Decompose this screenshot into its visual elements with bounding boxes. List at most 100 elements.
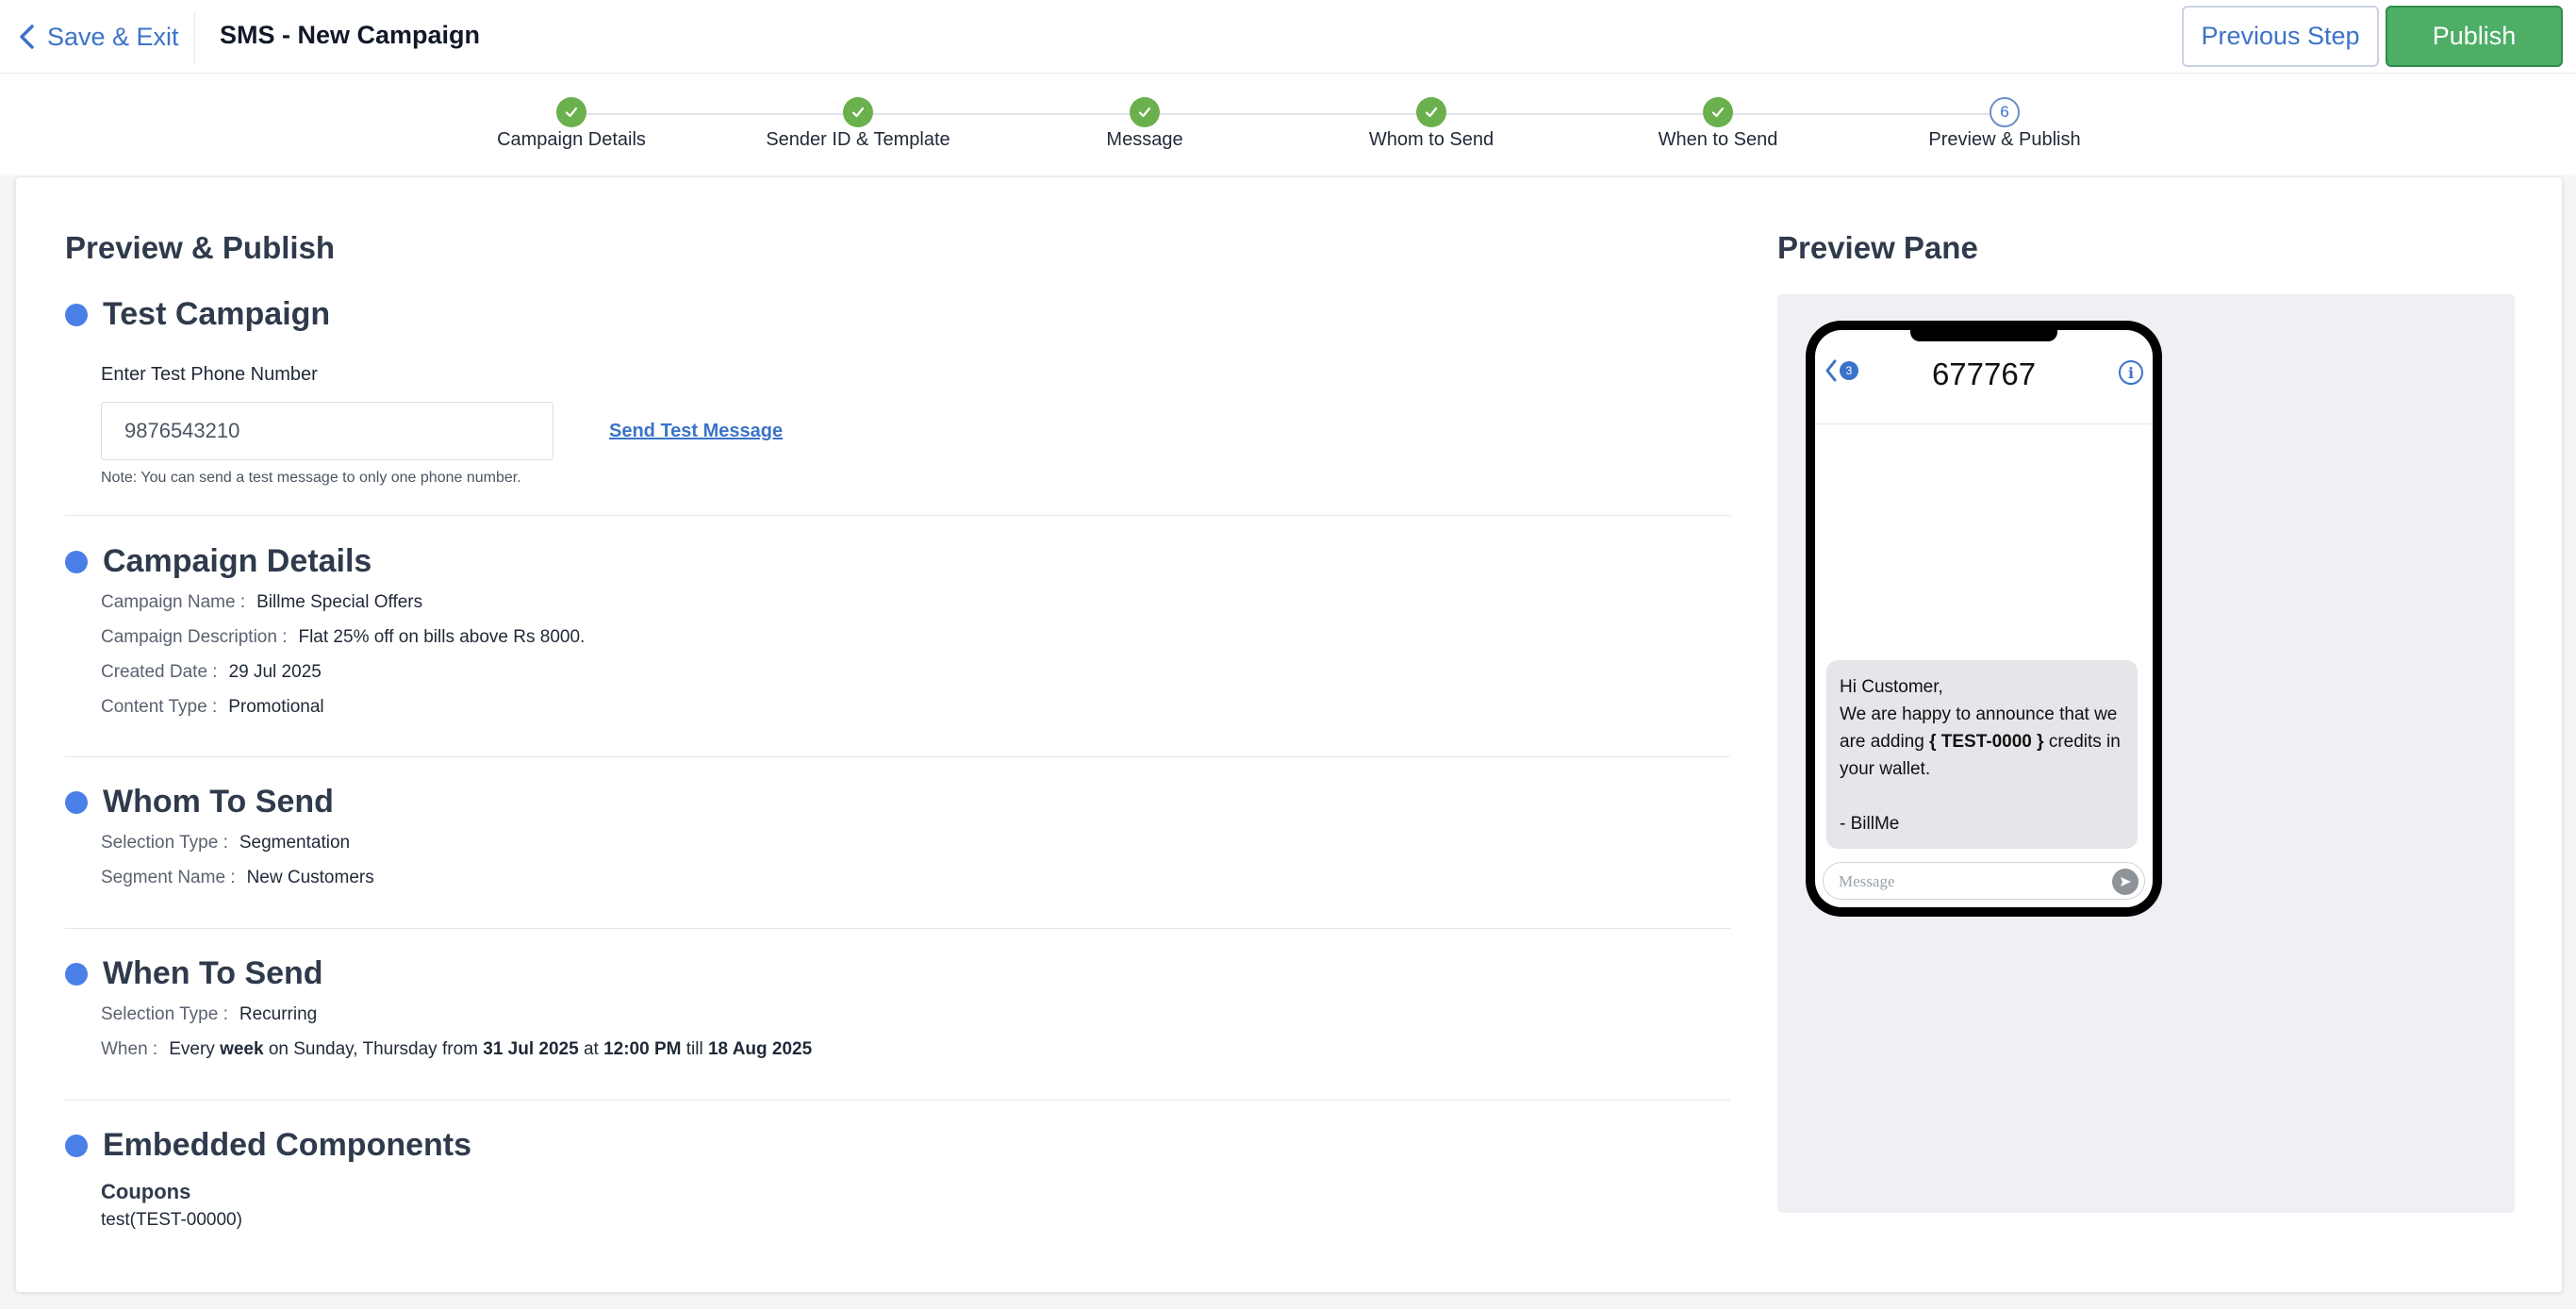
sms-message-bubble: Hi Customer, We are happy to announce th… <box>1826 660 2138 849</box>
step-number-icon: 6 <box>1990 97 2020 127</box>
check-icon <box>1425 107 1438 118</box>
detail-when-selection-type: Selection Type : Recurring <box>101 1004 317 1025</box>
sms-back-button[interactable]: 3 <box>1825 358 1858 383</box>
test-note: Note: You can send a test message to onl… <box>101 470 521 486</box>
chevron-left-icon <box>20 25 34 49</box>
top-header: Save & Exit SMS - New Campaign Previous … <box>0 0 2576 74</box>
message-input-bar[interactable]: Message <box>1823 862 2145 900</box>
section-title: Embedded Components <box>103 1127 472 1163</box>
check-icon <box>1138 107 1151 118</box>
step-label: Preview & Publish <box>1928 129 2081 150</box>
schedule-part: 12:00 PM <box>603 1039 682 1059</box>
step-done-icon <box>843 97 873 127</box>
message-line: Hi Customer, <box>1840 677 1943 697</box>
test-phone-input[interactable] <box>101 402 553 460</box>
step-label: Campaign Details <box>497 129 646 150</box>
detail-key: Created Date : <box>101 662 218 682</box>
previous-step-button[interactable]: Previous Step <box>2182 6 2379 67</box>
detail-value: New Customers <box>246 868 374 887</box>
step-done-icon <box>1416 97 1446 127</box>
detail-campaign-description: Campaign Description : Flat 25% off on bi… <box>101 627 585 648</box>
detail-value: Flat 25% off on bills above Rs 8000. <box>298 627 586 647</box>
detail-value: 29 Jul 2025 <box>228 662 322 682</box>
app-root: Save & Exit SMS - New Campaign Previous … <box>0 0 2576 1309</box>
page-header-title: SMS - New Campaign <box>220 21 481 49</box>
section-divider <box>65 1100 1730 1101</box>
detail-created-date: Created Date : 29 Jul 2025 <box>101 662 322 683</box>
schedule-part: Every <box>169 1039 215 1059</box>
publish-button[interactable]: Publish <box>2386 6 2563 67</box>
section-header: Whom To Send <box>65 784 1730 820</box>
step-label: Message <box>1106 129 1183 150</box>
phone-mockup: 677767 3 i Hi Customer, We are happy to … <box>1806 321 2162 917</box>
bullet-icon <box>65 303 88 326</box>
detail-key: Selection Type : <box>101 1004 228 1024</box>
detail-value: Segmentation <box>239 833 351 853</box>
sms-header: 677767 3 i <box>1815 330 2153 424</box>
send-test-message-link[interactable]: Send Test Message <box>609 421 783 442</box>
message-placeholder: Message <box>1839 872 1895 890</box>
detail-key: Selection Type : <box>101 833 228 853</box>
detail-value: Recurring <box>239 1004 318 1024</box>
schedule-part: week <box>220 1039 264 1059</box>
message-code: { TEST-0000 } <box>1929 732 2044 752</box>
schedule-part: 31 Jul 2025 <box>483 1039 579 1059</box>
stepper-line <box>571 113 2005 115</box>
section-divider <box>65 515 1730 516</box>
phone-screen: 677767 3 i Hi Customer, We are happy to … <box>1815 330 2153 907</box>
save-exit-label: Save & Exit <box>47 22 179 51</box>
main-card: Preview & Publish Test Campaign Enter Te… <box>16 177 2562 1292</box>
step-done-icon <box>1703 97 1733 127</box>
section-when-to-send: When To Send Selection Type : Recurring W… <box>65 955 1730 1097</box>
unread-badge: 3 <box>1840 361 1858 380</box>
section-divider <box>65 928 1730 929</box>
detail-key: Content Type : <box>101 697 218 717</box>
progress-stepper: Campaign Details Sender ID & Template Me… <box>0 74 2576 175</box>
step-label: When to Send <box>1658 129 1778 150</box>
message-body: We are happy to announce that we are add… <box>1840 701 2124 783</box>
detail-value: Billme Special Offers <box>256 592 423 612</box>
coupons-title: Coupons <box>101 1180 191 1203</box>
detail-selection-type: Selection Type : Segmentation <box>101 833 350 853</box>
step-done-icon <box>556 97 586 127</box>
check-icon <box>1711 107 1725 118</box>
section-title: Test Campaign <box>103 296 331 332</box>
page-title: Preview & Publish <box>65 230 336 265</box>
step-label: Sender ID & Template <box>766 129 950 150</box>
section-embedded-components: Embedded Components Coupons test(TEST-00… <box>65 1127 1730 1259</box>
bullet-icon <box>65 550 88 573</box>
save-exit-link[interactable]: Save & Exit <box>17 17 179 57</box>
schedule-part: on Sunday, Thursday from <box>268 1039 478 1059</box>
section-title: When To Send <box>103 955 323 991</box>
info-icon[interactable]: i <box>2119 360 2143 385</box>
schedule-part: 18 Aug 2025 <box>707 1039 813 1059</box>
detail-value: Promotional <box>228 697 324 717</box>
step-label: Whom to Send <box>1368 129 1494 150</box>
bullet-icon <box>65 1134 88 1157</box>
detail-key: Segment Name : <box>101 868 236 887</box>
section-campaign-details: Campaign Details Campaign Name : Billme S… <box>65 543 1730 751</box>
detail-segment-name: Segment Name : New Customers <box>101 868 374 888</box>
section-title: Whom To Send <box>103 784 334 820</box>
section-header: Campaign Details <box>65 543 1730 580</box>
step-done-icon <box>1130 97 1160 127</box>
check-icon <box>565 107 578 118</box>
check-icon <box>851 107 865 118</box>
section-header: When To Send <box>65 955 1730 992</box>
preview-pane-title: Preview Pane <box>1777 230 1978 265</box>
section-divider <box>65 756 1730 757</box>
bullet-icon <box>65 790 88 814</box>
section-header: Embedded Components <box>65 1127 1730 1164</box>
coupon-item: test(TEST-00000) <box>101 1210 242 1230</box>
section-whom-to-send: Whom To Send Selection Type : Segmentatio… <box>65 784 1730 925</box>
bullet-icon <box>65 962 88 986</box>
schedule-value: Every week on Sunday, Thursday from 31 J… <box>169 1039 812 1059</box>
send-arrow-icon[interactable] <box>2112 869 2138 895</box>
detail-campaign-name: Campaign Name : Billme Special Offers <box>101 592 422 613</box>
detail-when-schedule: When : Every week on Sunday, Thursday fro… <box>101 1039 812 1060</box>
preview-pane: 677767 3 i Hi Customer, We are happy to … <box>1777 294 2515 1213</box>
header-divider <box>194 11 195 64</box>
message-signature: - BillMe <box>1840 814 1900 834</box>
detail-key: Campaign Description : <box>101 627 288 647</box>
